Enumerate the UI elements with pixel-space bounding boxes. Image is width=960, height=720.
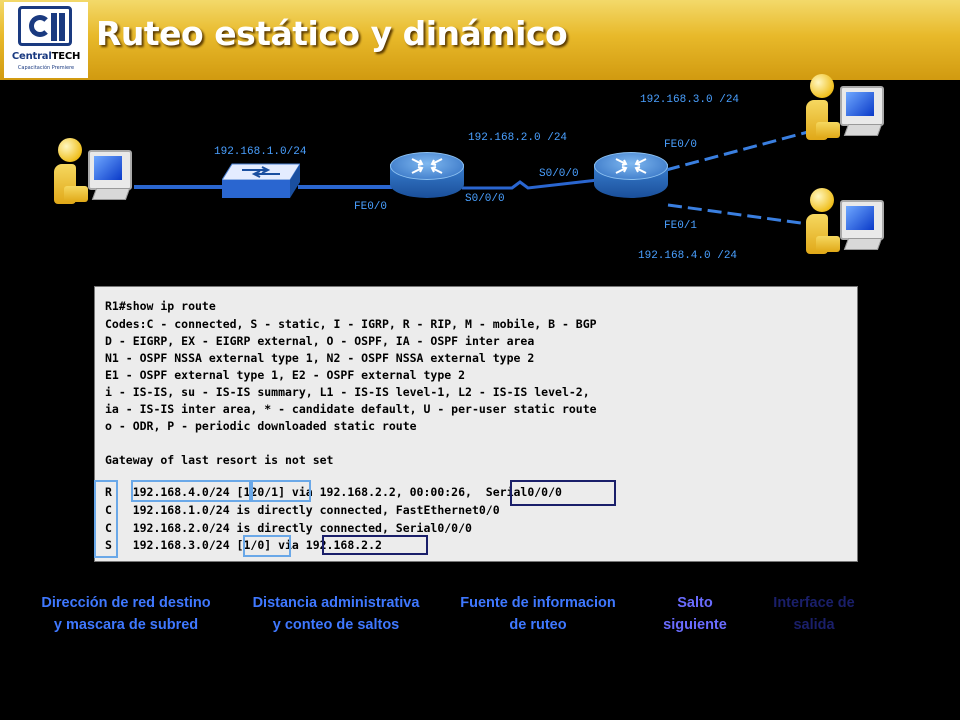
iface-label-r2-serial: S0/0/0 — [539, 168, 579, 180]
caption-exit-interface: Interface de salida — [773, 595, 855, 633]
code-line: R1#show ip route — [105, 299, 216, 313]
iface-label-r1-serial: S0/0/0 — [465, 193, 505, 205]
switch-icon — [222, 163, 300, 198]
highlight-admin-distance-static — [243, 535, 291, 557]
net-label-lan3: 192.168.3.0 /24 — [640, 94, 740, 106]
caption-destination: Dirección de red destino y mascara de sub… — [41, 595, 211, 633]
pc-lan1-icon — [52, 138, 134, 208]
code-line: o - ODR, P - periodic downloaded static … — [105, 419, 417, 433]
pc-lan3-icon — [804, 74, 886, 144]
net-label-lan4: 192.168.4.0 /24 — [638, 250, 738, 262]
link-serial — [462, 178, 599, 190]
code-line: Gateway of last resort is not set — [105, 453, 334, 467]
code-line: E1 - OSPF external type 1, E2 - OSPF ext… — [105, 368, 466, 382]
highlight-destination — [131, 480, 251, 502]
highlight-exit-interface — [510, 480, 616, 506]
code-line: ia - IS-IS inter area, * - candidate def… — [105, 402, 597, 416]
iface-label-r1-fe: FE0/0 — [354, 201, 388, 213]
code-line: i - IS-IS, su - IS-IS summary, L1 - IS-I… — [105, 385, 590, 399]
net-label-lan1: 192.168.1.0/24 — [214, 146, 307, 158]
link-r2-pc3 — [665, 130, 809, 172]
caption-admin-distance: Distancia administrativa y conteo de salt… — [252, 595, 420, 633]
route-line: C 192.168.2.0/24 is directly connected, … — [105, 521, 472, 535]
iface-label-r2-fe1: FE0/1 — [664, 220, 698, 232]
pc-lan4-icon — [804, 188, 886, 258]
net-label-wan: 192.168.2.0 /24 — [468, 132, 568, 144]
router-r1-icon — [390, 152, 464, 212]
iface-label-r2-fe0: FE0/0 — [664, 139, 698, 151]
caption-route-source: Fuente de informacion de ruteo — [460, 595, 616, 633]
highlight-admin-distance — [251, 480, 311, 502]
highlight-next-hop — [322, 535, 428, 555]
router-r2-icon — [594, 152, 668, 212]
code-line: Codes:C - connected, S - static, I - IGR… — [105, 317, 597, 331]
highlight-source-codes — [94, 480, 118, 558]
caption-next-hop: Salto siguiente — [663, 595, 727, 633]
route-line: C 192.168.1.0/24 is directly connected, … — [105, 503, 500, 517]
code-line: N1 - OSPF NSSA external type 1, N2 - OSP… — [105, 351, 535, 365]
show-ip-route-output: R1#show ip route Codes:C - connected, S … — [94, 286, 858, 562]
code-line: D - EIGRP, EX - EIGRP external, O - OSPF… — [105, 334, 535, 348]
